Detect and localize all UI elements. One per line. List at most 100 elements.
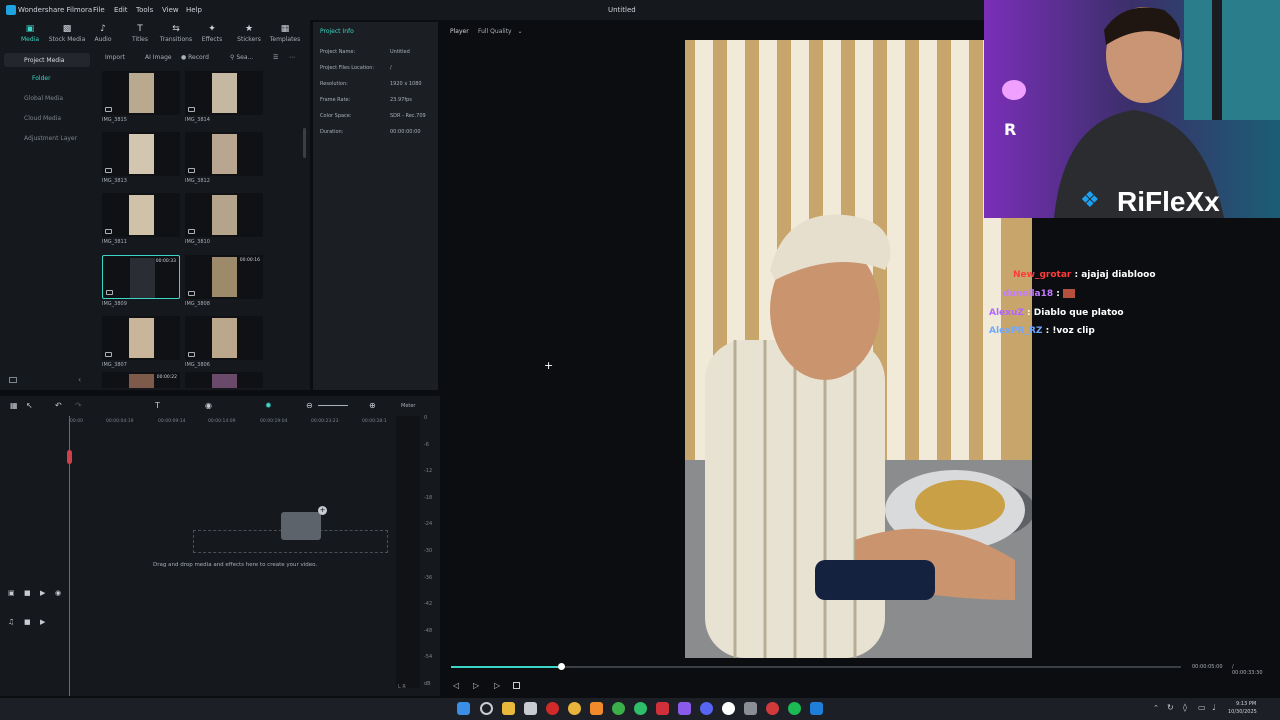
xbox-icon[interactable]	[612, 702, 625, 715]
tab-transitions[interactable]: ⇆ Transitions	[156, 24, 196, 43]
nav-global-media[interactable]: Global Media	[24, 95, 63, 102]
tab-stock-media[interactable]: ▩ Stock Media	[47, 24, 87, 43]
project-info-tab[interactable]: Project Info	[320, 28, 354, 35]
plus-icon[interactable]: +	[318, 506, 327, 515]
zoom-slider[interactable]	[318, 405, 348, 406]
media-item[interactable]	[185, 71, 263, 115]
shield-icon[interactable]: ◉	[205, 401, 212, 410]
video-track-icon[interactable]: ▣	[8, 589, 15, 597]
tab-templates[interactable]: ▦ Templates	[265, 24, 305, 43]
discord-icon[interactable]	[700, 702, 713, 715]
app-name: Wondershare Filmora	[18, 6, 93, 14]
svg-text:R: R	[1004, 120, 1016, 139]
tab-media[interactable]: ▣ Media	[10, 24, 50, 43]
ai-image-button[interactable]: AI Image	[145, 54, 172, 61]
store-icon[interactable]	[524, 702, 537, 715]
clock-date[interactable]: 10/30/2025	[1228, 709, 1257, 715]
media-thumbnail	[129, 318, 154, 358]
zoom-in-icon[interactable]: ⊕	[369, 401, 376, 410]
media-item[interactable]	[102, 193, 180, 237]
menu-help[interactable]: Help	[186, 6, 202, 14]
step-back-icon[interactable]: ▷	[473, 681, 479, 690]
clock-time[interactable]: 9:13 PM	[1236, 701, 1256, 707]
volume-icon[interactable]: ♩	[1212, 703, 1216, 712]
app-icon[interactable]	[744, 702, 757, 715]
tab-effects[interactable]: ✦ Effects	[192, 24, 232, 43]
media-item[interactable]: 00:00:33	[102, 255, 180, 299]
tray-icon[interactable]: ◊	[1183, 703, 1187, 712]
nav-folder[interactable]: Folder	[32, 75, 51, 82]
media-item[interactable]	[102, 132, 180, 176]
quality-select[interactable]: Full Quality ⌄	[478, 28, 523, 35]
file-explorer-icon[interactable]	[502, 702, 515, 715]
tab-titles[interactable]: T Titles	[120, 24, 160, 43]
tray-chevron-icon[interactable]: ⌃	[1153, 704, 1159, 712]
video-clip-icon	[105, 168, 112, 173]
undo-icon[interactable]: ↶	[55, 401, 62, 410]
import-button[interactable]: Import	[105, 54, 125, 61]
zoom-out-icon[interactable]: ⊖	[306, 401, 313, 410]
layout-icon[interactable]: ▦	[10, 401, 18, 410]
media-item[interactable]: 00:00:22	[102, 372, 180, 388]
nav-adjustment-layer[interactable]: Adjustment Layer	[24, 135, 77, 142]
app-icon[interactable]	[590, 702, 603, 715]
opera-icon[interactable]	[546, 702, 559, 715]
redo-icon[interactable]: ↷	[75, 401, 82, 410]
record-button[interactable]: ● Record	[181, 54, 209, 61]
windows-start-icon[interactable]	[457, 702, 470, 715]
nav-project-media[interactable]: Project Media	[4, 53, 90, 67]
media-item[interactable]	[185, 316, 263, 360]
app-icon[interactable]	[656, 702, 669, 715]
play-icon[interactable]: ▷	[494, 681, 500, 690]
spotify-icon[interactable]	[788, 702, 801, 715]
video-preview	[685, 40, 1032, 658]
media-item[interactable]	[102, 316, 180, 360]
tab-audio[interactable]: ♪ Audio	[83, 24, 123, 43]
nav-cloud-media[interactable]: Cloud Media	[24, 115, 61, 122]
meter-toggle[interactable]: Meter	[401, 403, 415, 409]
tray-icon[interactable]: ↻	[1167, 703, 1174, 712]
mute-icon[interactable]: ▶	[40, 589, 45, 597]
media-item[interactable]	[185, 372, 263, 388]
media-scrollbar[interactable]	[303, 128, 306, 158]
media-item[interactable]	[185, 193, 263, 237]
mute-icon[interactable]: ▶	[40, 618, 45, 626]
stop-icon[interactable]	[513, 682, 520, 689]
app-icon[interactable]	[766, 702, 779, 715]
chrome-icon[interactable]	[568, 702, 581, 715]
playhead-marker[interactable]	[67, 450, 72, 464]
menu-tools[interactable]: Tools	[136, 6, 153, 14]
select-tool-icon[interactable]: ↖	[26, 401, 33, 410]
new-folder-icon[interactable]	[9, 377, 17, 383]
lock-icon[interactable]: ■	[24, 618, 31, 626]
app-icon[interactable]	[722, 702, 735, 715]
menu-file[interactable]: File	[93, 6, 105, 14]
previous-frame-icon[interactable]: ◁	[453, 681, 459, 690]
menu-view[interactable]: View	[162, 6, 179, 14]
playhead-handle[interactable]	[557, 663, 565, 670]
filter-icon[interactable]: ☰	[273, 54, 278, 61]
more-options-icon[interactable]: ⋯	[289, 54, 295, 61]
text-tool-icon[interactable]: T	[155, 401, 160, 410]
lock-icon[interactable]: ■	[24, 589, 31, 597]
filmora-taskbar-icon[interactable]	[810, 702, 823, 715]
whatsapp-icon[interactable]	[634, 702, 647, 715]
tab-stickers[interactable]: ★ Stickers	[229, 24, 269, 43]
collapse-panel-icon[interactable]: ‹	[78, 375, 81, 384]
templates-icon: ▦	[280, 24, 290, 34]
audio-track-icon[interactable]: ♫	[8, 618, 14, 626]
menu-edit[interactable]: Edit	[114, 6, 128, 14]
media-item[interactable]: 00:00:16	[185, 255, 263, 299]
ai-tool-icon[interactable]: ✹	[265, 401, 272, 410]
search-input[interactable]: ⚲ Sea...	[230, 54, 253, 61]
project-location-label: Project Files Location:	[320, 65, 375, 71]
media-item[interactable]	[185, 132, 263, 176]
add-media-icon[interactable]	[281, 512, 321, 540]
twitch-icon[interactable]	[678, 702, 691, 715]
monitor-icon[interactable]: ▭	[1198, 703, 1206, 712]
stickers-icon: ★	[244, 24, 254, 34]
transitions-icon: ⇆	[172, 24, 180, 34]
media-item[interactable]	[102, 71, 180, 115]
eye-icon[interactable]: ◉	[55, 589, 61, 597]
search-icon[interactable]	[480, 702, 493, 715]
